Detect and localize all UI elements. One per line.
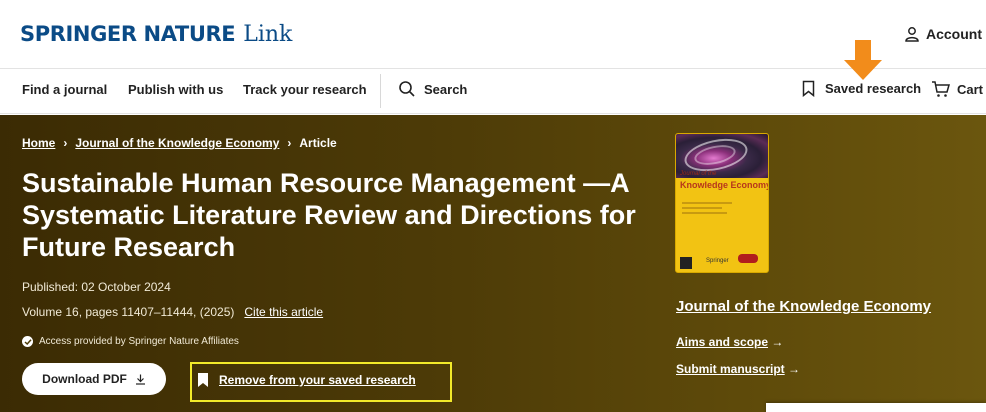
cart-label: Cart [957, 81, 984, 97]
nav-divider [380, 74, 381, 108]
check-icon [22, 336, 33, 347]
account-button[interactable]: Account [904, 26, 982, 42]
nav-track-research[interactable]: Track your research [243, 82, 367, 97]
cover-text-lines [682, 202, 732, 217]
cover-title-small: Journal of the [680, 171, 717, 177]
remove-saved-button[interactable]: Remove from your saved research [197, 372, 416, 388]
search-label: Search [424, 81, 468, 97]
search-icon [399, 81, 415, 97]
article-hero: Home › Journal of the Knowledge Economy … [0, 115, 986, 412]
brand-link-text: Link [243, 22, 293, 47]
nav-publish[interactable]: Publish with us [128, 82, 223, 97]
submit-manuscript-link[interactable]: Submit manuscript → [676, 362, 800, 376]
submit-manuscript-label: Submit manuscript [676, 362, 785, 376]
breadcrumb-separator: › [63, 136, 68, 150]
account-label: Account [926, 26, 982, 42]
breadcrumb-separator: › [287, 136, 292, 150]
site-logo[interactable]: SPRINGER NATURE Link [20, 22, 292, 47]
cover-title-large: Knowledge Economy [680, 180, 769, 190]
search-button[interactable]: Search [398, 80, 467, 98]
remove-saved-label: Remove from your saved research [219, 373, 416, 387]
download-icon [135, 374, 145, 385]
breadcrumb-home[interactable]: Home [22, 136, 55, 150]
overlay-panel-edge [766, 403, 986, 412]
user-icon [905, 27, 919, 42]
volume-info: Volume 16, pages 11407–11444, (2025) Cit… [22, 305, 323, 319]
article-title: Sustainable Human Resource Management —A… [22, 168, 636, 262]
brand-name: SPRINGER NATURE [20, 22, 236, 46]
volume-text: Volume 16, pages 11407–11444, (2025) [22, 305, 235, 319]
cart-button[interactable]: Cart [931, 80, 983, 98]
cart-icon [932, 81, 950, 97]
cover-publisher: Springer [706, 258, 729, 264]
arrow-right-icon: → [771, 335, 784, 349]
main-nav: Find a journal Publish with us Track you… [0, 68, 986, 114]
breadcrumb-current: Article [299, 136, 337, 150]
cite-article-link[interactable]: Cite this article [244, 305, 323, 319]
annotation-arrow-icon [844, 40, 882, 80]
top-header: SPRINGER NATURE Link Account [0, 0, 986, 68]
breadcrumb: Home › Journal of the Knowledge Economy … [22, 136, 337, 150]
aims-scope-link[interactable]: Aims and scope → [676, 335, 783, 349]
saved-research-label: Saved research [825, 81, 922, 96]
cover-logo [738, 254, 758, 263]
journal-name-link[interactable]: Journal of the Knowledge Economy [676, 298, 931, 315]
access-text: Access provided by Springer Nature Affil… [39, 336, 239, 347]
saved-research-link[interactable]: Saved research [802, 80, 921, 97]
nav-find-journal[interactable]: Find a journal [22, 82, 107, 97]
journal-cover-image[interactable]: Journal of the Knowledge Economy Springe… [675, 133, 769, 273]
download-pdf-label: Download PDF [42, 372, 127, 386]
download-pdf-button[interactable]: Download PDF [22, 363, 166, 395]
breadcrumb-journal[interactable]: Journal of the Knowledge Economy [75, 136, 279, 150]
bookmark-filled-icon [198, 373, 208, 387]
published-date: Published: 02 October 2024 [22, 280, 171, 294]
aims-scope-label: Aims and scope [676, 335, 769, 349]
access-note: Access provided by Springer Nature Affil… [22, 336, 239, 347]
arrow-right-icon: → [788, 362, 801, 376]
cover-badge [680, 257, 692, 269]
bookmark-icon [802, 80, 815, 97]
